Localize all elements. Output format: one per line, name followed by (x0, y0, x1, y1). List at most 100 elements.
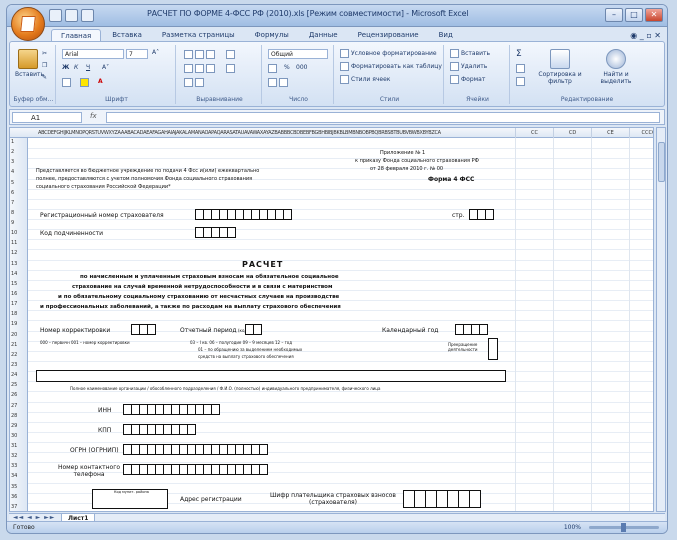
row-header[interactable]: 26 (11, 392, 27, 398)
font-name-select[interactable]: Arial (62, 49, 124, 59)
row-header[interactable]: 3 (11, 159, 27, 165)
copy-icon[interactable]: ❐ (42, 62, 47, 69)
row-header[interactable]: 30 (11, 433, 27, 439)
decimal-icon[interactable] (268, 78, 290, 87)
correction-field[interactable] (131, 324, 156, 335)
row-header[interactable]: 7 (11, 200, 27, 206)
redo-icon[interactable] (81, 9, 94, 22)
column-header[interactable]: CD (553, 128, 591, 138)
fill-color-icon[interactable] (80, 78, 91, 87)
row-header[interactable]: 18 (11, 311, 27, 317)
subordination-field[interactable] (195, 227, 236, 238)
row-header[interactable]: 23 (11, 362, 27, 368)
clear-icon[interactable] (516, 77, 527, 86)
calendar-year-field[interactable] (455, 324, 488, 335)
format-cells-button[interactable]: Формат (450, 75, 485, 84)
row-header[interactable]: 37 (11, 504, 27, 510)
row-header[interactable]: 17 (11, 301, 27, 307)
cease-field[interactable] (488, 338, 498, 360)
column-header[interactable]: CCCC (629, 128, 653, 138)
row-header[interactable]: 1 (11, 139, 27, 145)
save-icon[interactable] (49, 9, 62, 22)
row-header[interactable]: 20 (11, 332, 27, 338)
row-header[interactable]: 13 (11, 261, 27, 267)
column-header[interactable]: CE (591, 128, 629, 138)
paste-button[interactable]: Вставить (15, 49, 44, 78)
cut-icon[interactable]: ✂ (42, 50, 47, 57)
fx-icon[interactable]: fx (90, 112, 97, 120)
format-as-table-button[interactable]: Форматировать как таблицу (340, 62, 442, 71)
zoom-level[interactable]: 100% (564, 522, 581, 533)
italic-button[interactable]: К (74, 64, 78, 71)
font-size-select[interactable]: 7 (126, 49, 148, 59)
row-header[interactable]: 24 (11, 372, 27, 378)
row-header[interactable]: 4 (11, 169, 27, 175)
minimize-button[interactable]: – (605, 8, 623, 22)
scroll-thumb[interactable] (658, 142, 665, 182)
row-header[interactable]: 28 (11, 413, 27, 419)
shrink-font-button[interactable]: A˅ (102, 64, 109, 71)
formula-input[interactable] (106, 112, 660, 123)
row-header[interactable]: 19 (11, 321, 27, 327)
row-header[interactable]: 21 (11, 342, 27, 348)
underline-button[interactable]: Ч (86, 64, 90, 71)
thousands-button[interactable]: 000 (296, 64, 307, 71)
row-header[interactable]: 33 (11, 463, 27, 469)
row-header[interactable]: 2 (11, 149, 27, 155)
name-box[interactable]: A1 (12, 112, 82, 123)
row-header[interactable]: 8 (11, 210, 27, 216)
bold-button[interactable]: Ж (62, 64, 69, 71)
page-number-field[interactable] (469, 209, 494, 220)
find-select-button[interactable]: Найти и выделить (594, 49, 638, 85)
row-header[interactable]: 12 (11, 250, 27, 256)
payer-code-field[interactable] (403, 490, 481, 508)
fill-icon[interactable] (516, 64, 527, 73)
sheet-nav-arrows[interactable]: ◄◄ ◄ ► ►► (13, 514, 55, 521)
row-header[interactable]: 22 (11, 352, 27, 358)
font-color-icon[interactable]: A (98, 78, 103, 85)
row-header[interactable]: 29 (11, 423, 27, 429)
period-field[interactable] (245, 324, 262, 335)
currency-icon[interactable] (268, 64, 279, 73)
row-header[interactable]: 16 (11, 291, 27, 297)
undo-icon[interactable] (65, 9, 78, 22)
row-header[interactable]: 25 (11, 382, 27, 388)
phone-field[interactable] (123, 464, 268, 475)
autosum-button[interactable]: Σ (516, 49, 522, 59)
row-header[interactable]: 11 (11, 240, 27, 246)
help-icon[interactable]: ◉ _ ▫ ✕ (630, 31, 661, 40)
row-header[interactable]: 6 (11, 190, 27, 196)
row-header[interactable]: 35 (11, 484, 27, 490)
conditional-formatting-button[interactable]: Условное форматирование (340, 49, 437, 58)
close-button[interactable]: ✕ (645, 8, 663, 22)
sort-filter-button[interactable]: Сортировка и фильтр (538, 49, 582, 85)
organization-name-field[interactable] (36, 370, 506, 382)
row-header[interactable]: 36 (11, 494, 27, 500)
borders-icon[interactable] (62, 78, 73, 87)
wrap-text-icon[interactable] (226, 50, 237, 59)
number-format-select[interactable]: Общий (268, 49, 328, 59)
row-header[interactable]: 14 (11, 271, 27, 277)
percent-button[interactable]: % (284, 64, 290, 71)
column-header[interactable]: CC (515, 128, 553, 138)
format-painter-icon[interactable]: ✎ (42, 74, 47, 81)
align-top-icon[interactable] (184, 50, 217, 59)
office-button[interactable] (11, 7, 45, 41)
insert-cells-button[interactable]: Вставить (450, 49, 490, 58)
worksheet-grid[interactable]: ABCDEFGHIJKLMNOPQRSTUVWXYZAAABACADAEAFAG… (9, 127, 654, 512)
row-header[interactable]: 9 (11, 220, 27, 226)
row-header[interactable]: 31 (11, 443, 27, 449)
row-header[interactable]: 10 (11, 230, 27, 236)
ogrn-field[interactable] (123, 444, 268, 455)
row-header[interactable]: 27 (11, 403, 27, 409)
indent-icon[interactable] (184, 78, 206, 87)
row-header[interactable]: 32 (11, 453, 27, 459)
grow-font-button[interactable]: A˄ (152, 49, 159, 56)
merge-cells-icon[interactable] (226, 64, 237, 73)
row-header[interactable]: 5 (11, 180, 27, 186)
row-header[interactable]: 15 (11, 281, 27, 287)
maximize-button[interactable]: □ (625, 8, 643, 22)
zoom-slider-handle[interactable] (621, 523, 626, 532)
cell-styles-button[interactable]: Стили ячеек (340, 75, 390, 84)
delete-cells-button[interactable]: Удалить (450, 62, 487, 71)
